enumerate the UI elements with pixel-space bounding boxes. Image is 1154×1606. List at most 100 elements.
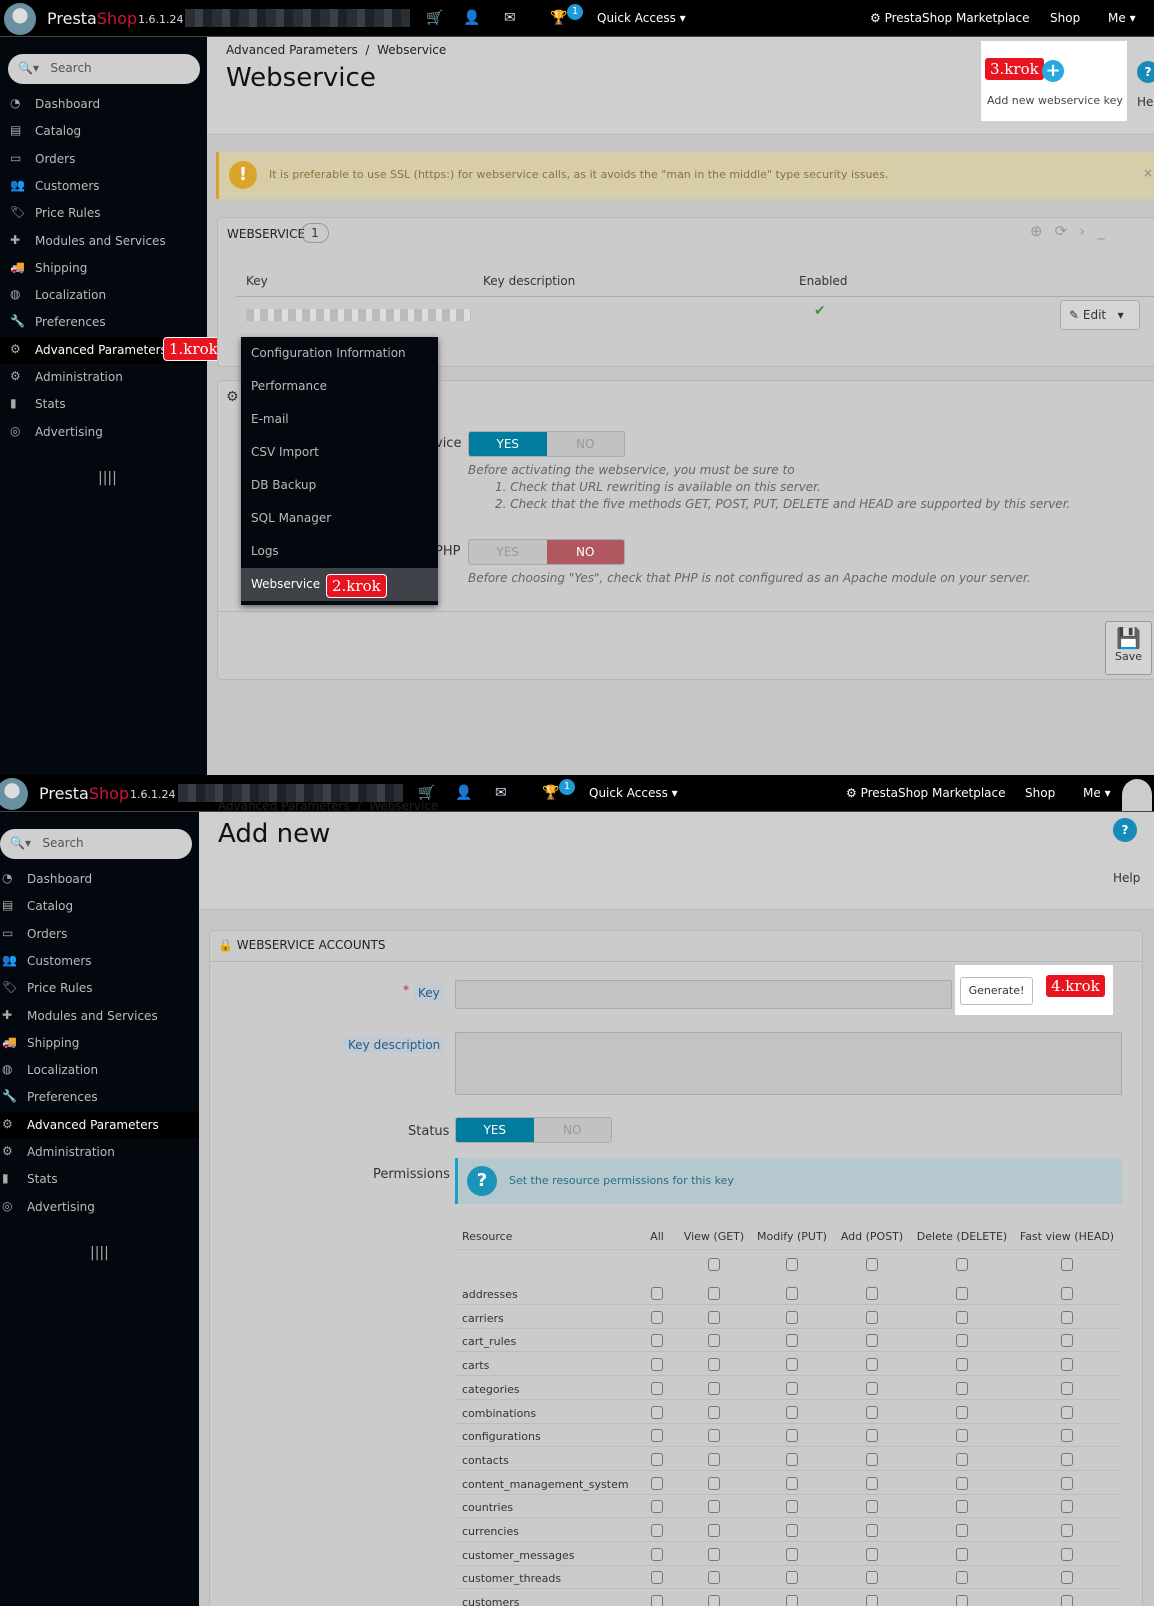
prestashop-logo[interactable] <box>4 3 36 35</box>
permission-checkbox[interactable] <box>1061 1405 1073 1419</box>
select-all-checkbox[interactable] <box>956 1258 968 1271</box>
permission-checkbox[interactable] <box>1061 1358 1073 1372</box>
no-option[interactable]: NO <box>533 1118 611 1142</box>
sidebar-item-price-rules[interactable]: 🏷 Price Rules <box>0 975 199 1002</box>
user-icon[interactable]: 👤 <box>463 10 480 26</box>
shop-link[interactable]: Shop <box>1050 11 1080 25</box>
submenu-item-logs[interactable]: Logs <box>241 535 438 568</box>
permission-checkbox[interactable] <box>866 1595 878 1606</box>
sidebar-item-catalog[interactable]: ▤ Catalog <box>0 118 207 145</box>
permission-checkbox[interactable] <box>1061 1334 1073 1348</box>
submenu-item-sql-manager[interactable]: SQL Manager <box>241 502 438 535</box>
permission-checkbox[interactable] <box>1061 1571 1073 1585</box>
permission-checkbox[interactable] <box>651 1381 663 1395</box>
permission-checkbox[interactable] <box>956 1334 968 1348</box>
permission-checkbox[interactable] <box>708 1334 720 1348</box>
cgi-toggle[interactable]: YES NO <box>468 539 625 565</box>
sidebar-item-administration[interactable]: ⚙ Administration <box>0 364 207 391</box>
sidebar-item-customers[interactable]: 👥 Customers <box>0 173 207 200</box>
quick-access-menu[interactable]: Quick Access ▾ <box>589 786 678 800</box>
permission-checkbox[interactable] <box>708 1405 720 1419</box>
permission-checkbox[interactable] <box>956 1405 968 1419</box>
submenu-item-csv-import[interactable]: CSV Import <box>241 436 438 469</box>
permission-checkbox[interactable] <box>708 1571 720 1585</box>
permission-checkbox[interactable] <box>708 1524 720 1537</box>
sidebar-item-customers[interactable]: 👥 Customers <box>0 948 199 975</box>
permission-checkbox[interactable] <box>956 1452 968 1466</box>
sidebar-item-modules-and-services[interactable]: ✚ Modules and Services <box>0 228 207 255</box>
permission-checkbox[interactable] <box>866 1334 878 1348</box>
select-all-checkbox[interactable] <box>1061 1258 1073 1271</box>
permission-checkbox[interactable] <box>866 1524 878 1537</box>
permission-checkbox[interactable] <box>786 1429 798 1443</box>
permission-checkbox[interactable] <box>866 1405 878 1419</box>
collapse-sidebar-icon[interactable]: |||| <box>98 470 117 486</box>
help-icon[interactable]: ? <box>1113 818 1137 842</box>
permission-checkbox[interactable] <box>651 1287 663 1300</box>
add-key-button[interactable]: 3.krok + Add new webservice key <box>981 41 1127 121</box>
permission-checkbox[interactable] <box>651 1595 663 1606</box>
permission-checkbox[interactable] <box>786 1310 798 1324</box>
permission-checkbox[interactable] <box>786 1358 798 1372</box>
permission-checkbox[interactable] <box>1061 1287 1073 1300</box>
search-input[interactable]: 🔍▾ Search <box>0 829 192 859</box>
enable-webservice-toggle[interactable]: YES NO <box>468 431 625 457</box>
no-option[interactable]: NO <box>546 432 624 456</box>
help-icon[interactable]: ? <box>1137 61 1154 83</box>
sidebar-item-administration[interactable]: ⚙ Administration <box>0 1139 199 1166</box>
permission-checkbox[interactable] <box>866 1571 878 1585</box>
sidebar-item-shipping[interactable]: 🚚 Shipping <box>0 1030 199 1057</box>
sidebar-item-stats[interactable]: ▮ Stats <box>0 1166 199 1193</box>
permission-checkbox[interactable] <box>786 1547 798 1561</box>
permission-checkbox[interactable] <box>866 1476 878 1490</box>
permission-checkbox[interactable] <box>786 1287 798 1300</box>
permission-checkbox[interactable] <box>866 1310 878 1324</box>
yes-option[interactable]: YES <box>456 1118 534 1142</box>
permission-checkbox[interactable] <box>651 1310 663 1324</box>
permission-checkbox[interactable] <box>866 1500 878 1514</box>
key-description-input[interactable] <box>455 1032 1122 1095</box>
submenu-item-configuration-information[interactable]: Configuration Information <box>241 337 438 370</box>
user-icon[interactable]: 👤 <box>455 785 472 801</box>
cart-icon[interactable]: 🛒 <box>426 10 443 26</box>
trophy-icon[interactable]: 🏆 <box>542 785 559 801</box>
permission-checkbox[interactable] <box>866 1381 878 1395</box>
breadcrumb-parent[interactable]: Advanced Parameters <box>226 43 358 57</box>
permission-checkbox[interactable] <box>1061 1524 1073 1537</box>
permission-checkbox[interactable] <box>956 1358 968 1372</box>
permission-checkbox[interactable] <box>651 1334 663 1348</box>
save-button[interactable]: 💾 Save <box>1105 621 1152 675</box>
sidebar-item-stats[interactable]: ▮ Stats <box>0 391 207 418</box>
permission-checkbox[interactable] <box>708 1310 720 1324</box>
me-menu[interactable]: Me ▾ <box>1083 786 1111 800</box>
permission-checkbox[interactable] <box>956 1429 968 1443</box>
permission-checkbox[interactable] <box>708 1381 720 1395</box>
help-label[interactable]: Help <box>1137 95 1154 109</box>
permission-checkbox[interactable] <box>708 1358 720 1372</box>
permission-checkbox[interactable] <box>956 1287 968 1300</box>
sidebar-item-advertising[interactable]: ◎ Advertising <box>0 1194 199 1221</box>
permission-checkbox[interactable] <box>956 1500 968 1514</box>
permission-checkbox[interactable] <box>866 1429 878 1443</box>
permission-checkbox[interactable] <box>786 1500 798 1514</box>
submenu-item-db-backup[interactable]: DB Backup <box>241 469 438 502</box>
permission-checkbox[interactable] <box>1061 1595 1073 1606</box>
sidebar-item-advertising[interactable]: ◎ Advertising <box>0 419 207 446</box>
user-avatar[interactable] <box>1122 779 1152 811</box>
select-all-checkbox[interactable] <box>708 1258 720 1271</box>
permission-checkbox[interactable] <box>708 1452 720 1466</box>
permission-checkbox[interactable] <box>786 1571 798 1585</box>
permission-checkbox[interactable] <box>956 1547 968 1561</box>
permission-checkbox[interactable] <box>786 1381 798 1395</box>
permission-checkbox[interactable] <box>956 1524 968 1537</box>
edit-button[interactable]: ✎ Edit ▾ <box>1060 300 1140 330</box>
permission-checkbox[interactable] <box>866 1547 878 1561</box>
sidebar-item-localization[interactable]: ◍ Localization <box>0 1057 199 1084</box>
permission-checkbox[interactable] <box>956 1571 968 1585</box>
permission-checkbox[interactable] <box>708 1429 720 1443</box>
permission-checkbox[interactable] <box>651 1547 663 1561</box>
permission-checkbox[interactable] <box>786 1524 798 1537</box>
sidebar-item-catalog[interactable]: ▤ Catalog <box>0 893 199 920</box>
select-all-checkbox[interactable] <box>866 1258 878 1271</box>
permission-checkbox[interactable] <box>651 1571 663 1585</box>
